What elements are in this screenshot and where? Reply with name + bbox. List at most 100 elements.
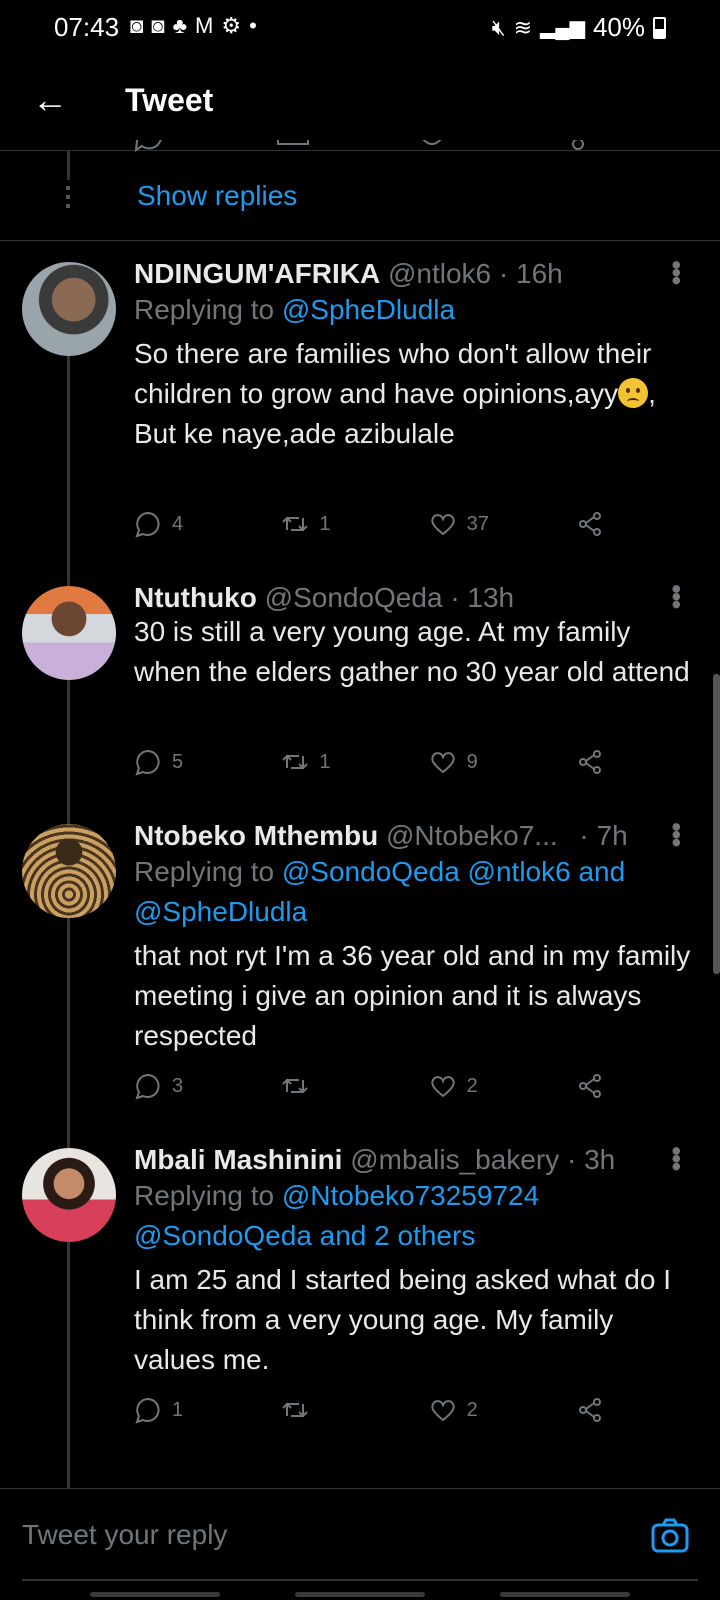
like-count: 2 [466, 1074, 478, 1097]
status-time: 07:43 [54, 12, 120, 42]
notification-icon: ◙ [130, 13, 144, 38]
reply-count: 5 [172, 750, 184, 773]
wifi-icon: ≋ [513, 14, 533, 40]
signal-icon: ▂▄▆ [540, 17, 585, 39]
author-name[interactable]: Mbali Mashinini [134, 1144, 342, 1175]
tweet-author: Mbali Mashinini @mbalis_bakery · 3h [134, 1144, 615, 1176]
tweet-text: that not ryt I'm a 36 year old and in my… [134, 940, 691, 1051]
tweet-actions: 1 2 [134, 1390, 604, 1430]
top-app-bar: ← Tweet [0, 54, 720, 151]
reply-button[interactable]: 5 [134, 748, 244, 776]
scrollbar[interactable] [713, 674, 720, 974]
avatar[interactable] [22, 1148, 116, 1242]
retweet-button[interactable]: 1 [281, 510, 391, 538]
more-options-icon[interactable]: ••• [660, 1146, 692, 1169]
author-name[interactable]: Ntobeko Mthembu [134, 820, 378, 851]
tweet-time: · 3h [566, 1144, 616, 1175]
reply-count: 3 [172, 1074, 184, 1097]
avatar[interactable] [22, 586, 116, 680]
tweet-time: · 13h [450, 582, 515, 613]
retweet-icon [282, 516, 309, 532]
like-button[interactable]: 37 [429, 510, 539, 538]
reply-bar: Tweet your reply [0, 1488, 720, 1591]
replying-prefix: Replying to [134, 856, 275, 887]
mention-link[interactable]: @SpheDludla [282, 294, 455, 325]
share-icon [578, 1074, 601, 1098]
reply-button[interactable]: 3 [134, 1072, 244, 1100]
status-bar: 07:43 ◙ ◙ ♣ M ⚙ • 🔇︎ ≋ ▂▄▆ 40% [0, 0, 720, 54]
mail-icon: M [195, 13, 214, 38]
like-count: 9 [466, 750, 478, 773]
retweet-count: 1 [319, 512, 331, 535]
heart-icon [430, 1400, 455, 1422]
camera-icon[interactable] [650, 1515, 690, 1555]
crying-face-emoji-icon [618, 378, 649, 408]
share-icon [578, 1398, 601, 1422]
more-replies-dots [66, 186, 70, 210]
author-handle: @mbalis_bakery [350, 1144, 560, 1175]
reply-count: 1 [172, 1398, 184, 1421]
battery-level: 40% [592, 12, 645, 42]
author-name[interactable]: NDINGUM'AFRIKA [134, 258, 380, 289]
tweet-author: Ntuthuko @SondoQeda · 13h [134, 582, 514, 614]
show-replies-link[interactable]: Show replies [137, 180, 297, 212]
nav-recents-button[interactable] [90, 1592, 220, 1597]
share-button[interactable] [576, 1072, 604, 1100]
thread-line [67, 150, 70, 180]
tweet-text: I am 25 and I started being asked what d… [134, 1264, 672, 1375]
arrow-left-icon[interactable]: ← [32, 80, 68, 120]
replying-prefix: Replying to [134, 1180, 275, 1211]
share-button[interactable] [576, 510, 604, 538]
replying-prefix: Replying to [134, 294, 275, 325]
replying-to: Replying to @Ntobeko73259724 @SondoQeda … [134, 1176, 694, 1256]
partial-tweet-actions [130, 140, 650, 160]
like-button[interactable]: 9 [429, 748, 539, 776]
author-name[interactable]: Ntuthuko [134, 582, 257, 613]
retweet-button[interactable] [281, 1072, 391, 1100]
reply-input-underline [22, 1579, 698, 1581]
avatar[interactable] [22, 824, 116, 918]
reply-button[interactable]: 4 [134, 510, 244, 538]
author-handle: @SondoQeda [264, 582, 443, 613]
mute-icon: 🔇︎ [491, 14, 506, 40]
tweet-actions: 5 1 9 [134, 742, 604, 782]
share-button[interactable] [576, 748, 604, 776]
reply-icon [135, 1073, 160, 1100]
partial-action-icons [134, 140, 584, 153]
tweet-text-punct: , [648, 378, 656, 409]
tweet-reply-input[interactable]: Tweet your reply [22, 1519, 227, 1551]
status-notification-icons: ◙ ◙ ♣ M ⚙ • [130, 13, 257, 39]
author-handle: @Ntobeko7... [386, 820, 558, 851]
retweet-button[interactable] [281, 1396, 391, 1424]
dot-icon: • [249, 13, 257, 38]
tweet-time: · 16h [498, 258, 563, 289]
tweet-text-line: But ke naye,ade azibulale [134, 418, 455, 449]
heart-icon [430, 514, 455, 536]
avatar[interactable] [22, 262, 116, 356]
settings-icon: ⚙ [221, 13, 242, 38]
retweet-button[interactable]: 1 [281, 748, 391, 776]
tweet-author: Ntobeko Mthembu @Ntobeko7... · 7h [134, 820, 628, 852]
reply-button[interactable]: 1 [134, 1396, 244, 1424]
like-button[interactable]: 2 [429, 1396, 539, 1424]
replying-to: Replying to @SondoQeda @ntlok6 and @Sphe… [134, 852, 694, 932]
divider [0, 240, 720, 241]
status-right: 🔇︎ ≋ ▂▄▆ 40% [492, 12, 666, 43]
reply-icon [135, 749, 160, 776]
reply-icon [135, 511, 160, 538]
tweet-time: · 7h [579, 820, 628, 851]
more-options-icon[interactable]: ••• [660, 584, 692, 607]
reply-icon [135, 1397, 160, 1424]
retweet-icon [282, 1402, 309, 1418]
more-options-icon[interactable]: ••• [660, 260, 692, 283]
share-button[interactable] [576, 1396, 604, 1424]
retweet-icon [282, 754, 309, 770]
more-options-icon[interactable]: ••• [660, 822, 692, 845]
heart-icon [430, 752, 455, 774]
author-handle: @ntlok6 [387, 258, 492, 289]
nav-back-button[interactable] [500, 1592, 630, 1597]
like-button[interactable]: 2 [429, 1072, 539, 1100]
nav-home-button[interactable] [295, 1592, 425, 1597]
retweet-icon [282, 1078, 309, 1094]
reply-count: 4 [172, 512, 184, 535]
